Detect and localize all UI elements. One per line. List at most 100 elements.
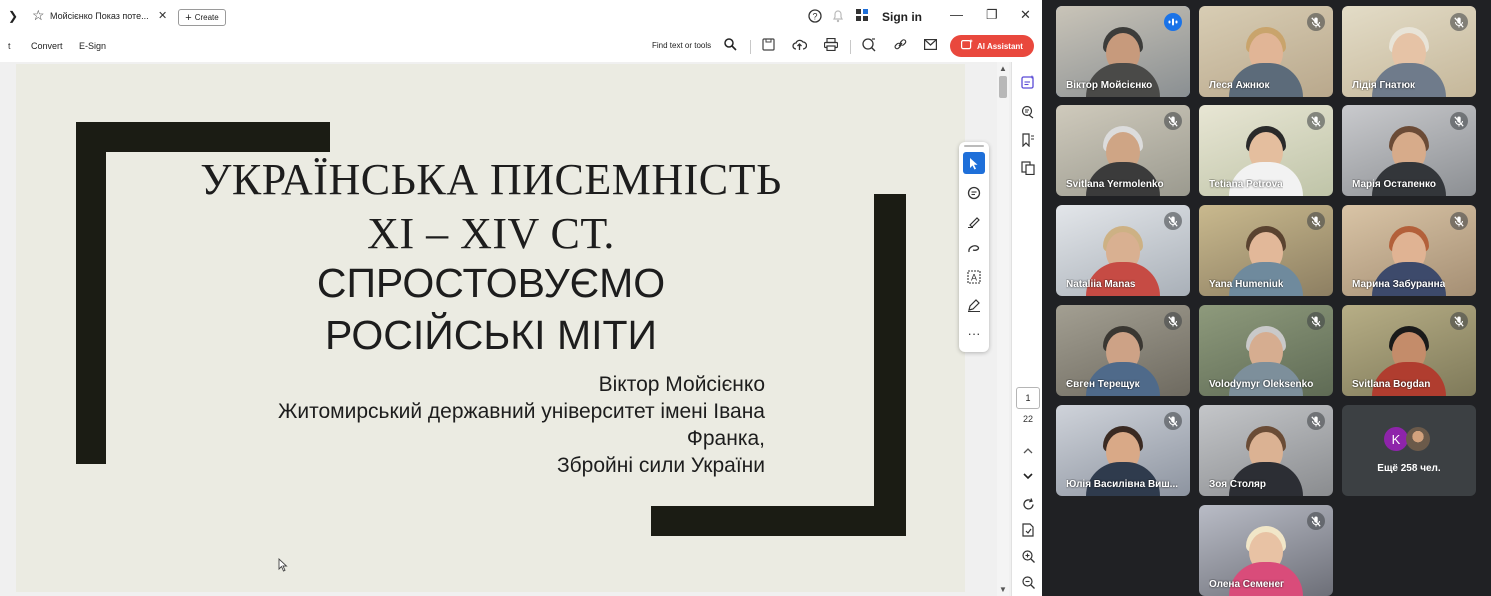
mic-off-icon <box>1307 312 1325 330</box>
mic-off-icon <box>1307 412 1325 430</box>
participant-tile[interactable]: Svitlana Yermolenko <box>1056 105 1190 196</box>
participant-tile[interactable]: Yana Humeniuk <box>1199 205 1333 296</box>
search-icon[interactable] <box>724 38 737 54</box>
more-tools-icon[interactable]: ··· <box>963 322 985 344</box>
participant-name: Олена Семенег <box>1209 579 1285 590</box>
find-tools-input[interactable]: Find text or tools <box>652 41 711 50</box>
mic-off-icon <box>1307 13 1325 31</box>
participant-name: Зоя Столяр <box>1209 479 1266 490</box>
convert-menu[interactable]: Convert <box>31 41 63 51</box>
participant-avatar: K <box>1384 427 1408 451</box>
screen: ❯ ☆ Мойсієнко Показ поте... ✕ + Create ?… <box>0 0 1491 596</box>
restore-icon[interactable]: ❐ <box>986 7 998 23</box>
ai-summary-icon[interactable] <box>1018 72 1038 92</box>
sign-pen-icon[interactable] <box>963 294 985 316</box>
freehand-draw-icon[interactable] <box>963 238 985 260</box>
participant-tile[interactable]: Зоя Столяр <box>1199 405 1333 496</box>
participant-name: Юлія Василівна Виш... <box>1066 479 1178 490</box>
sign-in-link[interactable]: Sign in <box>882 10 922 24</box>
save-icon[interactable] <box>762 38 775 54</box>
scroll-down-icon[interactable]: ▼ <box>999 585 1007 594</box>
slide-page: УКРАЇНСЬКА ПИСЕМНІСТЬ XI – XIV СТ. СПРОС… <box>16 64 965 592</box>
current-page-input[interactable]: 1 <box>1016 387 1040 409</box>
minimize-icon[interactable]: — <box>950 7 963 22</box>
participant-name: Tetiana Petrova <box>1209 179 1283 190</box>
zoom-in-icon[interactable] <box>1018 546 1038 566</box>
comments-panel-icon[interactable] <box>1018 102 1038 122</box>
next-page-icon[interactable] <box>1018 466 1038 486</box>
mic-off-icon <box>1164 112 1182 130</box>
participant-tile[interactable]: Віктор Мойсієнко <box>1056 6 1190 97</box>
bookmarks-icon[interactable] <box>1018 130 1038 150</box>
mic-off-icon <box>1164 312 1182 330</box>
scroll-up-icon[interactable]: ▲ <box>999 64 1007 73</box>
participant-tile[interactable]: Лідія Гнатюк <box>1342 6 1476 97</box>
chevron-right-icon[interactable]: ❯ <box>8 9 18 23</box>
create-label: Create <box>194 13 219 22</box>
right-tool-rail: 1 22 <box>1011 62 1042 596</box>
participant-tile[interactable]: Юлія Василівна Виш... <box>1056 405 1190 496</box>
participant-name: Євген Терещук <box>1066 379 1140 390</box>
pages-thumbnail-icon[interactable] <box>1018 158 1038 178</box>
participant-tile[interactable]: Леся Ажнюк <box>1199 6 1333 97</box>
vertical-scrollbar[interactable]: ▲ ▼ <box>997 62 1009 596</box>
mail-icon[interactable] <box>924 38 938 53</box>
comment-icon[interactable] <box>963 182 985 204</box>
participant-tile[interactable]: Марина Забуранна <box>1342 205 1476 296</box>
frame-right-bar <box>874 194 906 536</box>
mic-off-icon <box>1450 112 1468 130</box>
slide-affiliation-line3: Збройні сили України <box>556 454 765 477</box>
ai-assistant-label: AI Assistant <box>977 41 1023 51</box>
esign-menu[interactable]: E-Sign <box>79 41 106 51</box>
participant-tile[interactable]: Volodymyr Oleksenko <box>1199 305 1333 396</box>
slide-affiliation-line2: Франка, <box>686 427 765 450</box>
previous-page-icon[interactable] <box>1018 440 1038 460</box>
help-icon[interactable]: ? <box>808 9 822 26</box>
participant-name: Леся Ажнюк <box>1209 80 1270 91</box>
page-export-icon[interactable] <box>1018 520 1038 540</box>
window-close-icon[interactable]: ✕ <box>1020 7 1031 23</box>
tab-bar: ❯ ☆ Мойсієнко Показ поте... ✕ + Create ?… <box>0 5 1042 29</box>
svg-text:A: A <box>971 273 977 283</box>
highlight-pen-icon[interactable] <box>963 210 985 232</box>
mic-off-icon <box>1450 312 1468 330</box>
participant-name: Віктор Мойсієнко <box>1066 80 1153 91</box>
mic-off-icon <box>1450 212 1468 230</box>
close-tab-icon[interactable]: ✕ <box>158 9 167 22</box>
svg-text:?: ? <box>812 12 817 22</box>
zoom-out-icon[interactable] <box>1018 572 1038 592</box>
search-plus-icon[interactable] <box>862 38 876 55</box>
select-cursor-icon[interactable] <box>963 152 985 174</box>
truncated-menu-item[interactable]: t <box>8 41 11 51</box>
acrobat-toolbar: t Convert E-Sign Find text or tools AI A… <box>0 32 1042 60</box>
document-tab-title[interactable]: Мойсієнко Показ поте... <box>50 11 149 21</box>
drag-handle[interactable] <box>964 145 984 147</box>
bell-icon[interactable] <box>832 9 844 26</box>
participant-tile[interactable]: Tetiana Petrova <box>1199 105 1333 196</box>
cloud-upload-icon[interactable] <box>792 38 808 54</box>
participant-tile[interactable]: Svitlana Bogdan <box>1342 305 1476 396</box>
participant-tile[interactable]: Nataliia Manas <box>1056 205 1190 296</box>
mic-off-icon <box>1307 512 1325 530</box>
refresh-icon[interactable] <box>1018 494 1038 514</box>
link-icon[interactable] <box>894 38 907 54</box>
scrollbar-thumb[interactable] <box>999 76 1007 98</box>
participant-tile[interactable]: Олена Семенег <box>1199 505 1333 596</box>
print-icon[interactable] <box>823 37 839 54</box>
create-button[interactable]: + Create <box>178 9 226 26</box>
participant-tile[interactable]: Євген Терещук <box>1056 305 1190 396</box>
quick-tools-panel: A ··· <box>959 142 989 352</box>
ai-assistant-button[interactable]: AI Assistant <box>950 35 1034 57</box>
video-call-panel: Віктор Мойсієнко Леся Ажнюк Лідія Гнатюк Sv… <box>1042 0 1491 596</box>
star-icon[interactable]: ☆ <box>32 7 45 24</box>
participant-name: Svitlana Yermolenko <box>1066 179 1164 190</box>
mic-off-icon <box>1307 212 1325 230</box>
participant-tile[interactable]: Марія Остапенко <box>1342 105 1476 196</box>
apps-grid-icon[interactable] <box>856 9 869 25</box>
text-box-icon[interactable]: A <box>963 266 985 288</box>
more-participants-tile[interactable]: K Ещё 258 чел. <box>1342 405 1476 496</box>
mic-off-icon <box>1164 212 1182 230</box>
participant-name: Марина Забуранна <box>1352 279 1446 290</box>
participant-name: Nataliia Manas <box>1066 279 1136 290</box>
frame-bottom-bar <box>651 506 906 536</box>
